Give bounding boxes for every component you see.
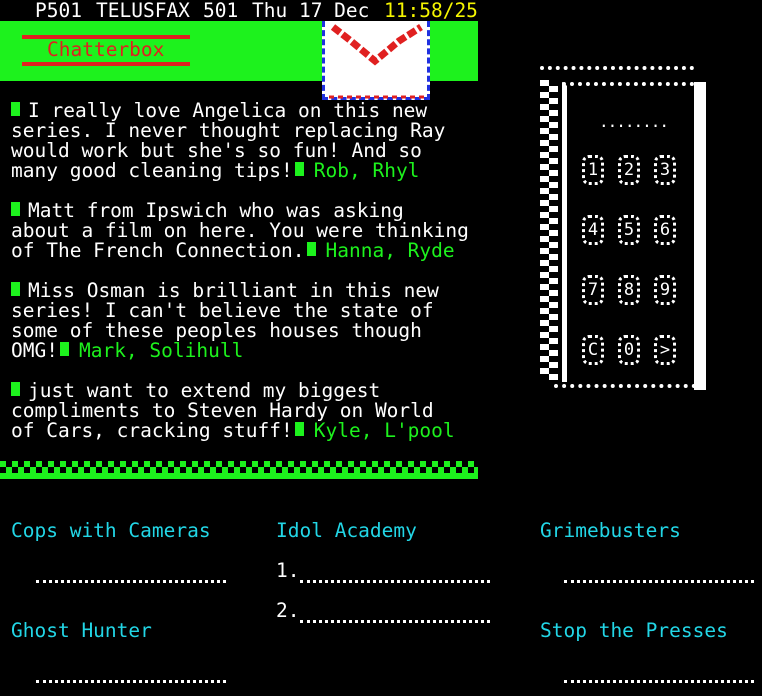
message-author: Mark, Solihull [78, 339, 244, 362]
key-4-button[interactable]: 4 [582, 215, 604, 245]
keypad-border-right [694, 82, 706, 390]
entry-line [564, 680, 754, 683]
keypad-row-2: 4 5 6 [582, 215, 676, 245]
message-text: series. I never thought replacing Ray [11, 119, 446, 142]
entry-line [300, 620, 490, 623]
green-marker-icon [306, 242, 316, 260]
message-text: series! I can't believe the state of [11, 299, 434, 322]
key-8-button[interactable]: 8 [618, 275, 640, 305]
envelope-icon [322, 21, 430, 100]
banner-stripe-bottom [22, 62, 190, 66]
entry-line [36, 580, 226, 583]
key-2-button[interactable]: 2 [618, 155, 640, 185]
message-last-line: of Cars, cracking stuff! Kyle, L'pool [11, 421, 455, 441]
message-text: about a film on here. You were thinking [11, 219, 469, 242]
message-last-line: many good cleaning tips! Rob, Rhyl [11, 161, 419, 181]
entry-number: 2. [276, 599, 300, 622]
message-2: Matt from Ipswich who was asking [11, 201, 404, 221]
green-marker-icon [59, 342, 69, 360]
show-title: Ghost Hunter [11, 619, 152, 642]
message-author: Rob, Rhyl [313, 159, 420, 182]
message-text: OMG! [11, 339, 58, 362]
message-1: I really love Angelica on this new [11, 101, 427, 121]
message-last-line: of The French Connection. Hanna, Ryde [11, 241, 455, 261]
header-service-name: TELUSFAX [96, 0, 190, 22]
entry-line [36, 680, 226, 683]
keypad-border-bottom [554, 384, 696, 394]
header-clock: 11:58/25 [384, 0, 478, 22]
show-title: Idol Academy [276, 519, 417, 542]
header-page: 501 [203, 0, 239, 22]
message-author: Kyle, L'pool [313, 419, 455, 442]
keypad-panel: ........ 1 2 3 4 5 6 7 8 9 C 0 > [540, 66, 706, 392]
message-4: just want to extend my biggest [11, 381, 380, 401]
keypad-row-4: C 0 > [582, 335, 676, 365]
keypad-border-left [540, 80, 558, 380]
key-clear-button[interactable]: C [582, 335, 604, 365]
key-next-button[interactable]: > [654, 335, 676, 365]
checkered-divider [0, 461, 478, 479]
message-text: compliments to Steven Hardy on World [11, 399, 434, 422]
message-text: some of these peoples houses though [11, 319, 422, 342]
message-text: of Cars, cracking stuff! [11, 419, 293, 442]
key-6-button[interactable]: 6 [654, 215, 676, 245]
message-author: Hanna, Ryde [325, 239, 455, 262]
banner-title: Chatterbox [47, 38, 165, 61]
keypad-row-3: 7 8 9 [582, 275, 676, 305]
key-0-button[interactable]: 0 [618, 335, 640, 365]
message-text: of The French Connection. [11, 239, 305, 262]
green-marker-icon [294, 162, 304, 180]
key-5-button[interactable]: 5 [618, 215, 640, 245]
entry-line [300, 580, 490, 583]
green-marker-icon [294, 422, 304, 440]
header-date: Thu 17 Dec [252, 0, 370, 22]
show-title: Cops with Cameras [11, 519, 211, 542]
header-page-number: P501 [35, 0, 82, 22]
message-3: Miss Osman is brilliant in this new [11, 281, 439, 301]
green-marker-icon [11, 202, 20, 220]
key-3-button[interactable]: 3 [654, 155, 676, 185]
keypad-border-top [540, 66, 694, 76]
keypad-row-1: 1 2 3 [582, 155, 676, 185]
green-marker-icon [11, 102, 20, 120]
message-text: would work but she's so fun! And so [11, 139, 422, 162]
keypad-display: ........ [599, 112, 669, 131]
key-7-button[interactable]: 7 [582, 275, 604, 305]
green-marker-icon [11, 282, 20, 300]
entry-number: 1. [276, 559, 300, 582]
entry-line [564, 580, 754, 583]
show-title: Stop the Presses [540, 619, 728, 642]
show-title: Grimebusters [540, 519, 681, 542]
key-9-button[interactable]: 9 [654, 275, 676, 305]
chatterbox-banner: Chatterbox [0, 21, 478, 100]
message-text: many good cleaning tips! [11, 159, 293, 182]
green-marker-icon [11, 382, 20, 400]
key-1-button[interactable]: 1 [582, 155, 604, 185]
message-last-line: OMG! Mark, Solihull [11, 341, 243, 361]
